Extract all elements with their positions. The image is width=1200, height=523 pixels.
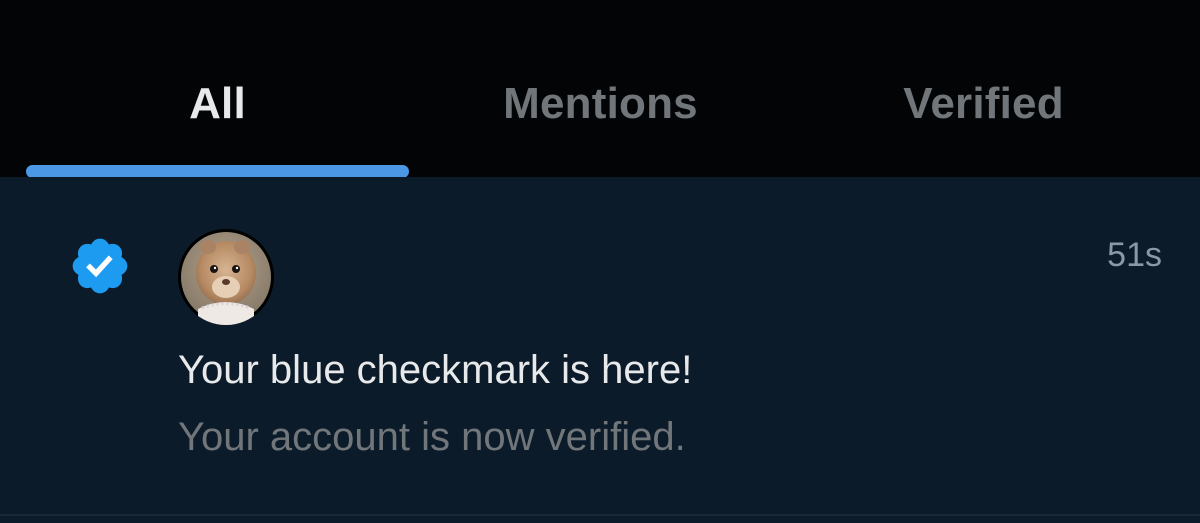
notification-timestamp: 51s (1107, 236, 1162, 274)
divider (0, 514, 1200, 516)
tab-mentions-label: Mentions (503, 79, 698, 128)
tab-verified[interactable]: Verified (792, 0, 1175, 177)
notification-subtitle: Your account is now verified. (178, 415, 686, 459)
notification-title: Your blue checkmark is here! (178, 348, 693, 392)
avatar-image (178, 229, 274, 325)
tab-all-label: All (189, 79, 246, 128)
tab-all[interactable]: All (26, 0, 409, 177)
tab-mentions[interactable]: Mentions (409, 0, 792, 177)
tab-verified-label: Verified (903, 79, 1064, 128)
notifications-tab-bar: All Mentions Verified (0, 0, 1200, 178)
verified-badge-icon (72, 238, 128, 294)
avatar[interactable] (178, 229, 274, 325)
